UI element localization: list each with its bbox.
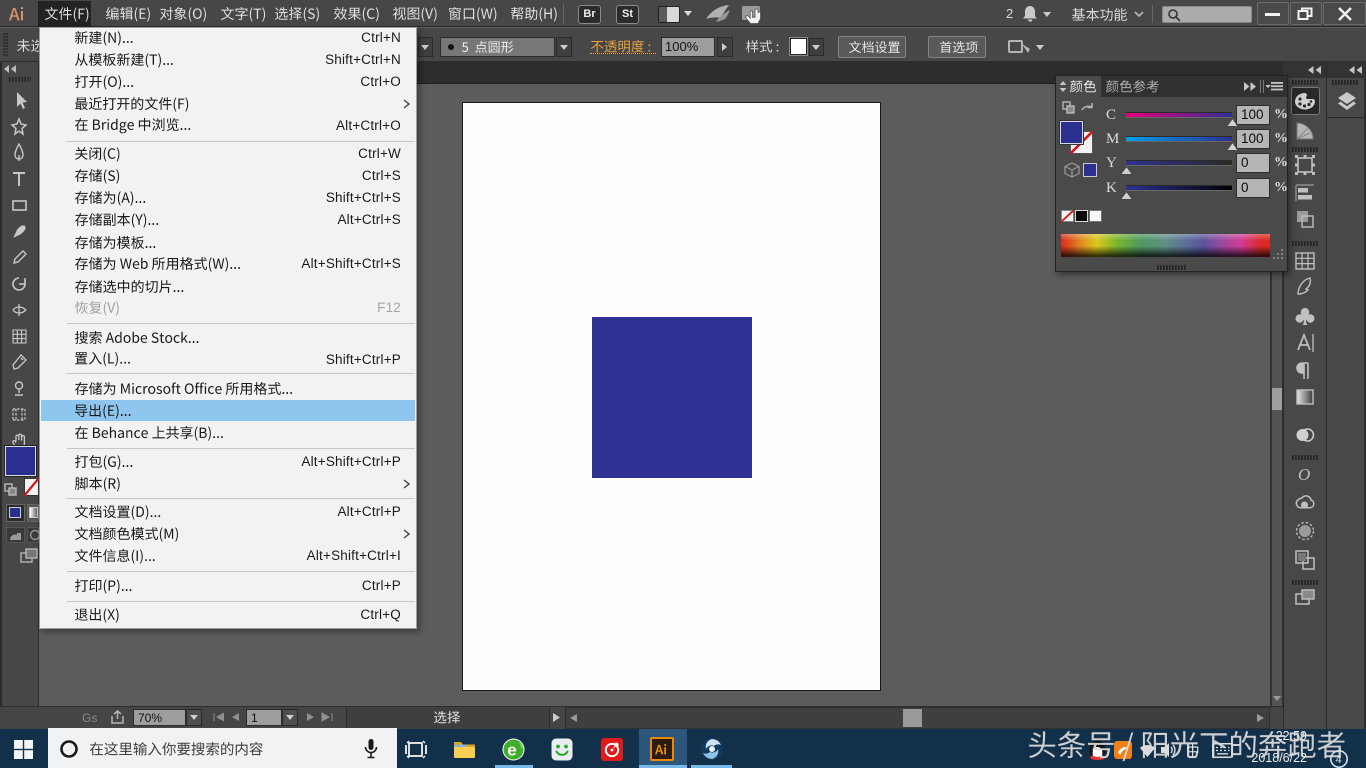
svg-text:Gs: Gs [82, 711, 97, 724]
svg-text:O: O [1298, 465, 1310, 484]
svg-text:e: e [507, 741, 516, 760]
